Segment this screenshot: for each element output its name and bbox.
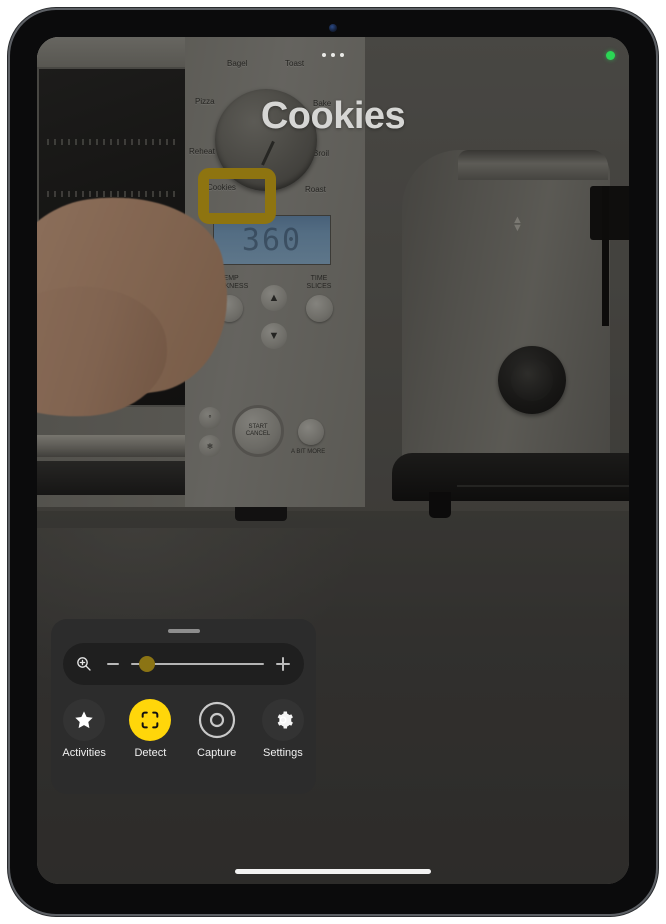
activities-label: Activities — [62, 747, 106, 759]
star-icon — [63, 699, 106, 741]
oven-dial-pointer — [261, 140, 275, 166]
toaster-browning-dial — [498, 346, 566, 414]
frozen-snowflake-icon: ❄ — [199, 435, 221, 457]
zoom-slider-row — [63, 643, 304, 685]
toaster-crumb-tray-line — [457, 485, 629, 487]
green-camera-dot — [606, 51, 615, 60]
oven-a-bit-more-button — [298, 419, 324, 445]
shutter-icon — [196, 699, 238, 741]
toaster-lever-stem — [602, 186, 609, 326]
dial-label-toast: Toast — [285, 59, 305, 68]
more-dots-icon — [322, 53, 344, 57]
zoom-slider[interactable] — [131, 654, 264, 674]
toaster-dial-inner — [511, 359, 553, 401]
arrow-down-icon: ▼ — [261, 323, 287, 349]
detect-frame-icon — [129, 699, 172, 741]
settings-button[interactable]: Settings — [253, 699, 313, 759]
oven-time-label: TIME SLICES — [306, 275, 332, 290]
capture-label: Capture — [197, 747, 237, 759]
detected-text-title: Cookies — [260, 95, 406, 137]
magnifier-controls-panel: Activities Detect Capture Settings — [51, 619, 316, 794]
zoom-magnifier-icon — [75, 655, 93, 673]
toaster-lever — [590, 186, 629, 240]
dial-label-bagel: Bagel — [227, 59, 248, 68]
settings-label: Settings — [263, 747, 303, 759]
zoom-slider-thumb[interactable] — [138, 656, 155, 672]
magnifier-action-buttons: Activities Detect Capture Settings — [51, 699, 316, 759]
oven-rack — [47, 139, 179, 145]
tablet-device: ▲▼ ToastBagelCookiesPizza BakeReheatRoas… — [10, 10, 656, 914]
oven-a-bit-more-label: A BIT MORE — [291, 449, 326, 455]
toaster-base — [392, 453, 629, 501]
arrow-up-icon: ▲ — [261, 285, 287, 311]
screen: ▲▼ ToastBagelCookiesPizza BakeReheatRoas… — [37, 37, 629, 884]
dial-label-roast: Roast — [305, 185, 326, 194]
gear-icon — [261, 699, 304, 741]
toaster-appliance: ▲ ▼ — [402, 150, 629, 480]
drag-handle[interactable] — [167, 629, 200, 633]
detection-bounding-box — [198, 168, 276, 224]
toaster-updown-icon: ▲ ▼ — [512, 214, 523, 234]
front-camera-dot — [329, 24, 337, 32]
detect-button[interactable]: Detect — [120, 699, 180, 759]
detect-label: Detect — [134, 747, 167, 759]
oven-unit-button: ° — [199, 407, 221, 429]
dial-label-reheat: Reheat — [189, 147, 215, 156]
oven-time-knob — [306, 295, 333, 322]
oven-rack — [47, 191, 179, 197]
activities-button[interactable]: Activities — [54, 699, 114, 759]
oven-start-cancel-button: START CANCEL — [232, 405, 284, 457]
toaster-foot — [429, 492, 451, 518]
minus-icon[interactable] — [107, 663, 119, 665]
capture-button[interactable]: Capture — [187, 699, 247, 759]
plus-icon[interactable] — [276, 657, 290, 671]
toaster-slot — [458, 150, 608, 180]
home-indicator[interactable] — [235, 869, 431, 874]
